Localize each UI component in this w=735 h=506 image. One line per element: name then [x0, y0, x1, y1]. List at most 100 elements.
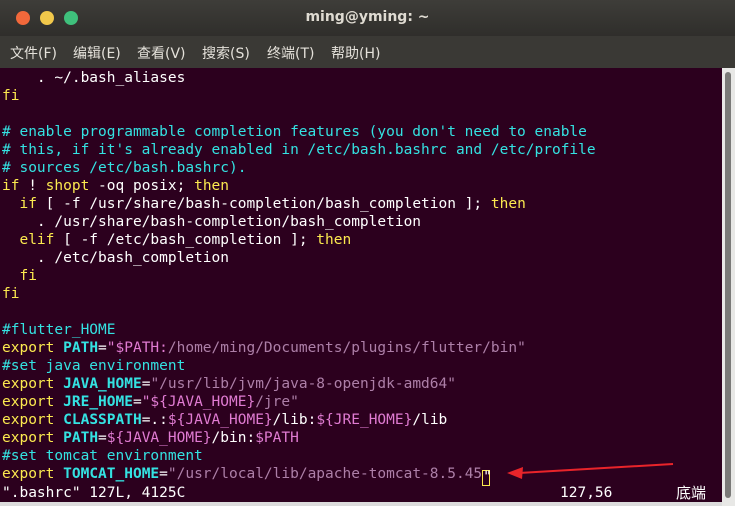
code-line: # sources /etc/bash.bashrc).	[2, 159, 246, 177]
scrollbar-thumb[interactable]	[725, 72, 731, 498]
menu-edit[interactable]: 编辑(E)	[73, 43, 121, 63]
code-token: . /usr/share/bash-completion/bash_comple…	[2, 214, 422, 230]
code-token: fi	[2, 286, 20, 302]
code-line: export JAVA_HOME="/usr/lib/jvm/java-8-op…	[2, 375, 456, 393]
code-token: "${JAVA_HOME}	[141, 394, 256, 410]
code-token: JRE_HOME	[63, 394, 133, 410]
code-token: export	[2, 430, 55, 446]
code-line: # enable programmable completion feature…	[2, 123, 587, 141]
code-token: CLASSPATH	[63, 412, 142, 428]
code-token: elif	[19, 232, 55, 248]
code-token: [ -f /etc/bash_completion ];	[54, 232, 317, 248]
annotation-arrow	[507, 463, 674, 479]
code-line: if ! shopt -oq posix; then	[2, 177, 229, 195]
menu-terminal[interactable]: 终端(T)	[267, 43, 314, 63]
code-line: . /etc/bash_completion	[2, 249, 229, 267]
menu-view[interactable]: 查看(V)	[137, 43, 186, 63]
code-token: # this, if it's already enabled in /etc/…	[2, 142, 596, 158]
code-token: "/usr/local/lib/apache-tomcat-8.5.45	[167, 466, 483, 482]
code-line: export TOMCAT_HOME="/usr/local/lib/apach…	[2, 465, 492, 486]
status-scroll-position: 底端	[676, 484, 707, 502]
code-token: ${JRE_HOME}	[316, 412, 413, 428]
code-token: =	[98, 430, 107, 446]
code-line: export JRE_HOME="${JAVA_HOME}/jre"	[2, 393, 299, 411]
code-token: ${JAVA_HOME}	[106, 430, 212, 446]
code-token: export	[2, 466, 55, 482]
menu-search[interactable]: 搜索(S)	[202, 43, 250, 63]
code-line: #flutter_HOME	[2, 321, 116, 339]
code-token: /jre"	[255, 394, 299, 410]
vertical-scrollbar[interactable]	[722, 68, 735, 506]
code-token: /lib	[412, 412, 448, 428]
menu-bar: 文件(F) 编辑(E) 查看(V) 搜索(S) 终端(T) 帮助(H)	[0, 36, 735, 69]
code-line: if [ -f /usr/share/bash-completion/bash_…	[2, 195, 526, 213]
code-token: TOMCAT_HOME	[63, 466, 160, 482]
code-line: fi	[2, 267, 37, 285]
code-line: #set java environment	[2, 357, 185, 375]
code-token: /lib:	[272, 412, 317, 428]
code-token: ${JAVA_HOME}	[167, 412, 273, 428]
code-token: $PATH	[255, 430, 299, 446]
code-token: if	[19, 196, 37, 212]
code-token: # sources /etc/bash.bashrc).	[2, 160, 247, 176]
code-token: !	[19, 178, 46, 194]
code-token: export	[2, 340, 55, 356]
code-line: fi	[2, 285, 19, 303]
code-token: # enable programmable completion feature…	[2, 124, 587, 140]
code-token: PATH	[63, 340, 99, 356]
code-line: elif [ -f /etc/bash_completion ]; then	[2, 231, 351, 249]
terminal-area[interactable]: . ~/.bash_aliases fi # enable programmable…	[0, 68, 722, 506]
menu-help[interactable]: 帮助(H)	[331, 43, 380, 63]
code-token: =	[159, 466, 168, 482]
code-token: fi	[19, 268, 37, 284]
code-token: -oq posix;	[89, 178, 195, 194]
code-line: . ~/.bash_aliases	[2, 69, 185, 87]
status-file-info: ".bashrc" 127L, 4125C	[2, 485, 186, 501]
code-token: =	[132, 394, 142, 410]
title-bar[interactable]: ming@yming: ~	[0, 0, 735, 36]
code-token: export	[2, 412, 55, 428]
code-token: =	[98, 340, 107, 356]
code-token: shopt	[45, 178, 90, 194]
code-token: #set tomcat environment	[2, 448, 203, 464]
code-token: =.:	[141, 412, 168, 428]
code-token: JAVA_HOME	[63, 376, 142, 392]
code-line: export PATH=${JAVA_HOME}/bin:$PATH	[2, 429, 299, 447]
code-token: then	[194, 178, 230, 194]
code-token: /home/ming/Documents/plugins/flutter/bin…	[167, 340, 526, 356]
code-token: export	[2, 376, 55, 392]
code-token: PATH	[63, 430, 99, 446]
code-line: # this, if it's already enabled in /etc/…	[2, 141, 596, 159]
window-title: ming@yming: ~	[305, 9, 430, 25]
code-token: . ~/.bash_aliases	[2, 70, 186, 86]
menu-file[interactable]: 文件(F)	[10, 43, 57, 63]
code-line: export CLASSPATH=.:${JAVA_HOME}/lib:${JR…	[2, 411, 447, 429]
code-token: [ -f /usr/share/bash-completion/bash_com…	[36, 196, 491, 212]
code-token: export	[2, 394, 55, 410]
code-token: #set java environment	[2, 358, 186, 374]
code-token: #flutter_HOME	[2, 322, 116, 338]
vim-status-line: ".bashrc" 127L, 4125C 127,56 底端	[2, 484, 722, 502]
code-line: fi	[2, 87, 19, 105]
terminal-window: ming@yming: ~ 文件(F) 编辑(E) 查看(V) 搜索(S) 终端…	[0, 0, 735, 506]
code-token: then	[490, 196, 526, 212]
status-cursor-position: 127,56	[560, 485, 613, 501]
code-token: /bin:	[211, 430, 256, 446]
code-token: if	[2, 178, 20, 194]
code-line: export PATH="$PATH:/home/ming/Documents/…	[2, 339, 526, 357]
code-token: . /etc/bash_completion	[2, 250, 229, 266]
bottom-strip	[0, 502, 722, 506]
code-line: . /usr/share/bash-completion/bash_comple…	[2, 213, 421, 231]
code-token: "/usr/lib/jvm/java-8-openjdk-amd64"	[150, 376, 456, 392]
code-line: #set tomcat environment	[2, 447, 203, 465]
code-token: then	[316, 232, 352, 248]
